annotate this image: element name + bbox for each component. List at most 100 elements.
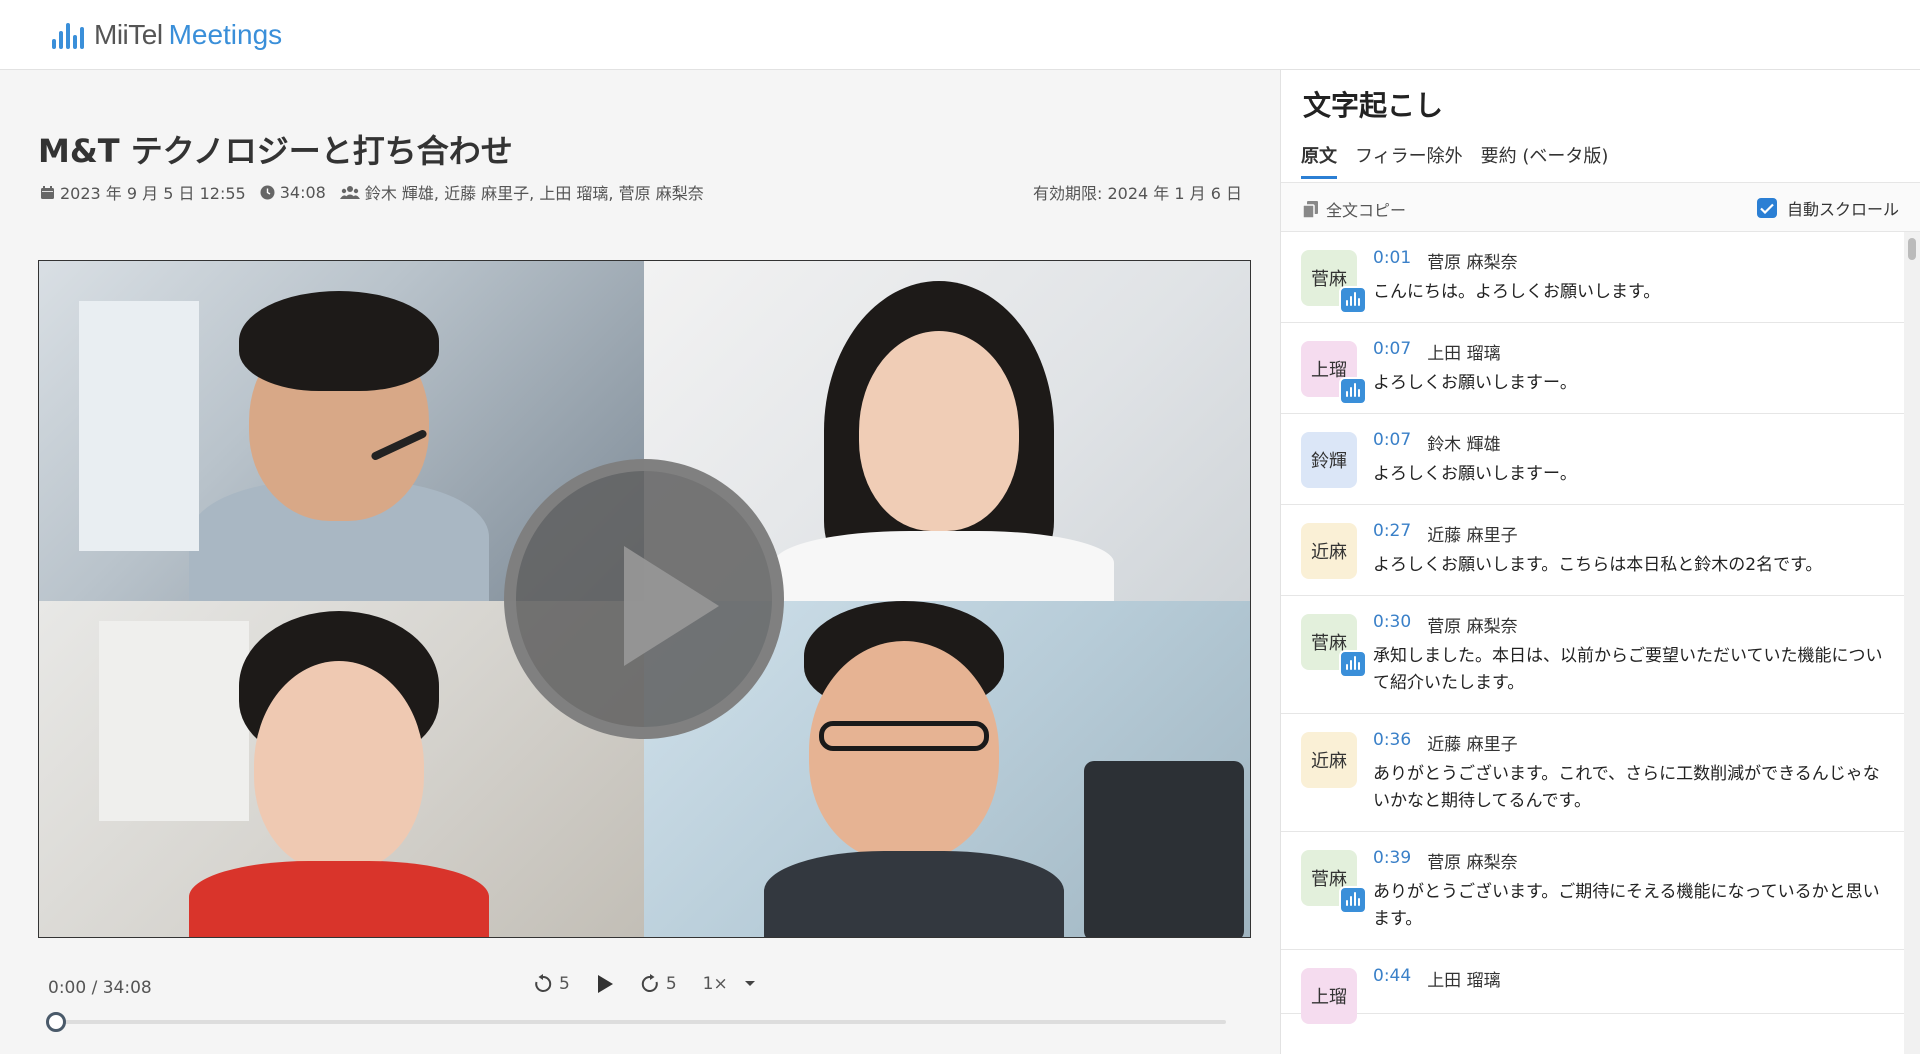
playback-buttons: 5 5 1×: [533, 974, 756, 994]
app-header: MiiTel Meetings: [0, 0, 1920, 70]
transcript-text: よろしくお願いしますー。: [1373, 373, 1577, 393]
timestamp-link[interactable]: 0:44: [1373, 966, 1411, 991]
forward-button[interactable]: 5: [640, 974, 677, 994]
play-icon: [624, 546, 719, 666]
forward-icon: [641, 974, 658, 992]
transcript-item[interactable]: 菅麻 0:30 菅原 麻梨奈 承知しました。本日は、以前からご要望いただいていた機能に…: [1281, 596, 1905, 714]
users-icon: [339, 185, 360, 199]
transcript-item-header: 0:30 菅原 麻梨奈: [1373, 612, 1895, 637]
speaker-name: 近藤 麻里子: [1427, 735, 1518, 755]
speed-select[interactable]: 1×: [703, 974, 756, 994]
transcript-text: ありがとうございます。これで、さらに工数削減ができるんじゃないかなと期待してるん…: [1373, 764, 1880, 811]
logo-text-brand: MiiTel: [94, 18, 163, 50]
voice-wave-icon: [1339, 286, 1367, 314]
progress-knob[interactable]: [46, 1012, 66, 1032]
tab-summary-beta[interactable]: 要約 (ベータ版): [1481, 142, 1609, 179]
speaker-name: 上田 瑠璃: [1427, 344, 1501, 364]
transcript-item-header: 0:01 菅原 麻梨奈: [1373, 248, 1895, 273]
transcript-text: ありがとうございます。ご期待にそえる機能になっているかと思います。: [1373, 882, 1880, 929]
copy-icon: [1303, 200, 1318, 218]
meeting-expiry: 有効期限: 2024 年 1 月 6 日: [1033, 184, 1242, 203]
speaker-name: 菅原 麻梨奈: [1427, 617, 1518, 637]
transcript-text: よろしくお願いしますー。: [1373, 464, 1577, 484]
timestamp-link[interactable]: 0:30: [1373, 612, 1411, 637]
transcript-tabs: 原文 フィラー除外 要約 (ベータ版): [1301, 142, 1608, 179]
timestamp-link[interactable]: 0:07: [1373, 339, 1411, 364]
voice-wave-icon: [1339, 377, 1367, 405]
playback-time: 0:00 / 34:08: [48, 978, 152, 998]
check-icon: [1760, 203, 1774, 214]
meeting-meta: 2023 年 9 月 5 日 12:55 34:08 鈴木 輝雄, 近藤 麻里子…: [40, 180, 718, 204]
meeting-participants-text: 鈴木 輝雄, 近藤 麻里子, 上田 瑠璃, 菅原 麻梨奈: [364, 184, 704, 203]
transcript-item-header: 0:07 上田 瑠璃: [1373, 339, 1895, 364]
transcript-item[interactable]: 近麻 0:27 近藤 麻里子よろしくお願いします。こちらは本日私と鈴木の2名です。: [1281, 505, 1905, 596]
play-small-icon: [597, 975, 613, 993]
player-controls: 0:00 / 34:08 5 5 1×: [38, 960, 1251, 1032]
meeting-date: 2023 年 9 月 5 日 12:55: [40, 180, 246, 204]
timestamp-link[interactable]: 0:36: [1373, 730, 1411, 755]
transcript-item-header: 0:07 鈴木 輝雄: [1373, 430, 1895, 455]
speaker-name: 近藤 麻里子: [1427, 526, 1518, 546]
calendar-icon: [41, 185, 54, 199]
speaker-name: 菅原 麻梨奈: [1427, 853, 1518, 873]
transcript-item-header: 0:27 近藤 麻里子: [1373, 521, 1895, 546]
voice-wave-icon: [1339, 650, 1367, 678]
transcript-text: よろしくお願いします。こちらは本日私と鈴木の2名です。: [1373, 555, 1823, 575]
timestamp-link[interactable]: 0:07: [1373, 430, 1411, 455]
timestamp-link[interactable]: 0:27: [1373, 521, 1411, 546]
play-overlay-button[interactable]: [504, 459, 784, 739]
meeting-date-text: 2023 年 9 月 5 日 12:55: [60, 184, 246, 203]
tab-filler-removed[interactable]: フィラー除外: [1355, 142, 1463, 179]
transcript-item[interactable]: 菅麻 0:01 菅原 麻梨奈 こんにちは。よろしくお願いします。: [1281, 232, 1905, 323]
speed-label: 1×: [702, 974, 728, 994]
rewind-icon: [535, 974, 552, 992]
timestamp-link[interactable]: 0:39: [1373, 848, 1411, 873]
transcript-item[interactable]: 近麻 0:36 近藤 麻里子ありがとうございます。これで、さらに工数削減ができるんじ…: [1281, 714, 1905, 832]
speaker-avatar: 近麻: [1301, 523, 1357, 579]
transcript-text: 承知しました。本日は、以前からご要望いただいていた機能について紹介いたします。: [1373, 646, 1883, 693]
transcript-item-header: 0:39 菅原 麻梨奈: [1373, 848, 1895, 873]
speaker-avatar: 近麻: [1301, 732, 1357, 788]
play-button[interactable]: [596, 974, 614, 994]
rewind-label: 5: [559, 974, 570, 994]
logo-mark-icon: [52, 21, 84, 49]
tab-original[interactable]: 原文: [1301, 142, 1337, 179]
clock-icon: [260, 185, 275, 199]
logo-text-product: Meetings: [168, 18, 283, 50]
autoscroll-toggle[interactable]: 自動スクロール: [1756, 196, 1899, 220]
transcript-item[interactable]: 鈴輝 0:07 鈴木 輝雄よろしくお願いしますー。: [1281, 414, 1905, 505]
forward-label: 5: [665, 974, 677, 994]
transcript-panel: 文字起こし 原文 フィラー除外 要約 (ベータ版) 全文コピー 自動スクロール …: [1280, 70, 1920, 1054]
voice-wave-icon: [1339, 886, 1367, 914]
transcript-item[interactable]: 上瑠 0:44 上田 瑠璃: [1281, 950, 1905, 1024]
meeting-participants: 鈴木 輝雄, 近藤 麻里子, 上田 瑠璃, 菅原 麻梨奈: [339, 180, 704, 204]
speaker-avatar: 上瑠: [1301, 968, 1357, 1024]
autoscroll-checkbox[interactable]: [1756, 198, 1777, 218]
transcript-list: 菅麻 0:01 菅原 麻梨奈 こんにちは。よろしくお願いします。 上瑠 0:07 上田 瑠璃…: [1281, 232, 1905, 1054]
speaker-name: 上田 瑠璃: [1427, 971, 1501, 991]
speaker-avatar: 鈴輝: [1301, 432, 1357, 488]
timestamp-link[interactable]: 0:01: [1373, 248, 1411, 273]
meeting-main: M&T テクノロジーと打ち合わせ 2023 年 9 月 5 日 12:55 34…: [0, 70, 1280, 1054]
speaker-name: 鈴木 輝雄: [1427, 435, 1501, 455]
logo[interactable]: MiiTel Meetings: [52, 19, 282, 51]
scrollbar-thumb[interactable]: [1908, 238, 1916, 260]
transcript-title: 文字起こし: [1303, 89, 1444, 122]
chevron-down-icon: [744, 981, 755, 986]
speaker-name: 菅原 麻梨奈: [1427, 253, 1518, 273]
transcript-item-header: 0:36 近藤 麻里子: [1373, 730, 1895, 755]
transcript-item-header: 0:44 上田 瑠璃: [1373, 966, 1895, 991]
transcript-toolbar: 全文コピー 自動スクロール: [1281, 182, 1920, 232]
progress-track[interactable]: [46, 1012, 1226, 1032]
transcript-item[interactable]: 菅麻 0:39 菅原 麻梨奈 ありがとうございます。ご期待にそえる機能になっているかと…: [1281, 832, 1905, 950]
meeting-title: M&T テクノロジーと打ち合わせ: [38, 132, 513, 170]
transcript-scrollbar[interactable]: [1904, 232, 1920, 1054]
rewind-button[interactable]: 5: [533, 974, 570, 994]
video-player[interactable]: [38, 260, 1251, 938]
transcript-text: こんにちは。よろしくお願いします。: [1373, 282, 1661, 302]
autoscroll-label: 自動スクロール: [1786, 200, 1899, 219]
copy-all-button[interactable]: 全文コピー: [1303, 197, 1406, 221]
copy-all-label: 全文コピー: [1326, 201, 1407, 220]
transcript-item[interactable]: 上瑠 0:07 上田 瑠璃 よろしくお願いしますー。: [1281, 323, 1905, 414]
meeting-duration: 34:08: [260, 183, 326, 202]
